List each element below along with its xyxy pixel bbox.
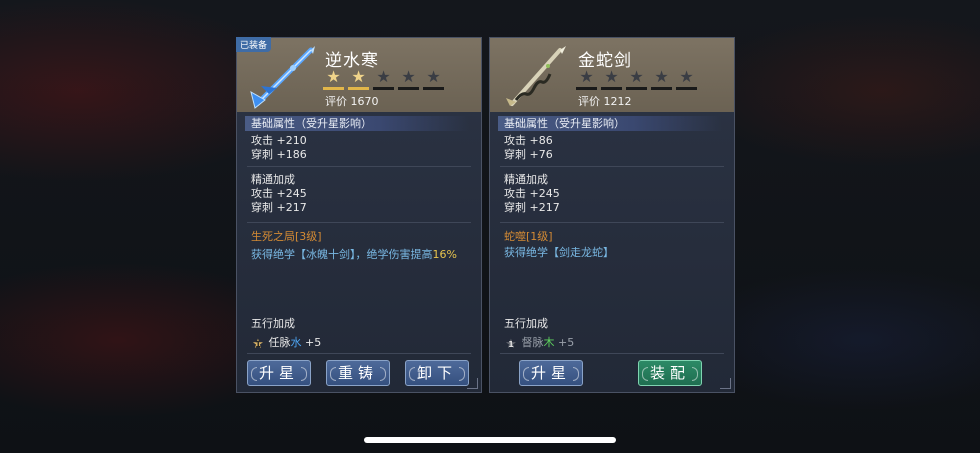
equipped-weapon-card: 已装备 逆水寒 ★ ★ ★ ★ ★ 评价 1670 基础属性（受升星影响） 攻击 +21… bbox=[236, 37, 482, 393]
star-icon: ★ bbox=[601, 68, 622, 90]
element-bonus-title: 五行加成 bbox=[504, 317, 548, 330]
skill-name: 蛇噬[1级] bbox=[504, 230, 553, 243]
star-icon: ★ bbox=[348, 68, 369, 90]
star-icon: ★ bbox=[651, 68, 672, 90]
mastery-title: 精通加成 bbox=[504, 173, 548, 186]
star-icon: ★ bbox=[576, 68, 597, 90]
star-icon: ★ bbox=[323, 68, 344, 90]
mastery-title: 精通加成 bbox=[251, 173, 295, 186]
skill-description: 获得绝学【冰魄十剑】，绝学伤害提高16% bbox=[251, 248, 457, 261]
base-attributes-title: 基础属性（受升星影响） bbox=[498, 116, 722, 131]
upgrade-star-button[interactable]: 升星 bbox=[247, 360, 311, 386]
divider bbox=[500, 222, 724, 223]
star-icon: ★ bbox=[626, 68, 647, 90]
base-attack: 攻击 +86 bbox=[504, 134, 553, 147]
element-star-icon: ★ 1 bbox=[252, 337, 264, 352]
card-header: 已装备 逆水寒 ★ ★ ★ ★ ★ 评价 1670 bbox=[236, 37, 481, 112]
star-rating: ★ ★ ★ ★ ★ bbox=[323, 68, 444, 90]
equip-button[interactable]: 装配 bbox=[638, 360, 702, 386]
mastery-pierce: 穿刺 +217 bbox=[251, 201, 307, 214]
corner-ornament bbox=[467, 378, 478, 389]
reforge-button[interactable]: 重铸 bbox=[326, 360, 390, 386]
mastery-attack: 攻击 +245 bbox=[251, 187, 307, 200]
star-rating: ★ ★ ★ ★ ★ bbox=[576, 68, 697, 90]
divider bbox=[247, 166, 471, 167]
star-icon: ★ bbox=[373, 68, 394, 90]
divider bbox=[500, 353, 724, 354]
base-attributes-title: 基础属性（受升星影响） bbox=[245, 116, 469, 131]
mastery-attack: 攻击 +245 bbox=[504, 187, 560, 200]
golden-snake-sword-icon bbox=[506, 46, 566, 106]
base-attack: 攻击 +210 bbox=[251, 134, 307, 147]
mastery-pierce: 穿刺 +217 bbox=[504, 201, 560, 214]
compare-weapon-card: 金蛇剑 ★ ★ ★ ★ ★ 评价 1212 基础属性（受升星影响） 攻击 +86 穿刺 … bbox=[489, 37, 735, 393]
star-icon: ★ bbox=[423, 68, 444, 90]
home-indicator[interactable] bbox=[364, 437, 616, 443]
upgrade-star-button[interactable]: 升星 bbox=[519, 360, 583, 386]
action-buttons: 升星 装配 bbox=[490, 360, 734, 388]
base-pierce: 穿刺 +186 bbox=[251, 148, 307, 161]
star-icon: ★ bbox=[398, 68, 419, 90]
corner-ornament bbox=[720, 378, 731, 389]
action-buttons: 升星 重铸 卸下 bbox=[237, 360, 481, 388]
base-pierce: 穿刺 +76 bbox=[504, 148, 553, 161]
divider bbox=[500, 166, 724, 167]
skill-name: 生死之局[3级] bbox=[251, 230, 322, 243]
element-bonus-title: 五行加成 bbox=[251, 317, 295, 330]
skill-description: 获得绝学【剑走龙蛇】 bbox=[504, 246, 614, 259]
divider bbox=[247, 353, 471, 354]
weapon-score: 评价 1670 bbox=[325, 95, 379, 108]
element-bonus-row: ★ 1 任脉水 +5 bbox=[252, 336, 322, 352]
unequip-button[interactable]: 卸下 bbox=[405, 360, 469, 386]
star-icon: ★ bbox=[676, 68, 697, 90]
spear-weapon-icon bbox=[250, 46, 315, 109]
element-bonus-row: ★ 1 督脉木 +5 bbox=[505, 336, 575, 352]
element-star-icon: ★ 1 bbox=[505, 337, 517, 352]
divider bbox=[247, 222, 471, 223]
weapon-score: 评价 1212 bbox=[578, 95, 632, 108]
card-header: 金蛇剑 ★ ★ ★ ★ ★ 评价 1212 bbox=[490, 38, 734, 112]
